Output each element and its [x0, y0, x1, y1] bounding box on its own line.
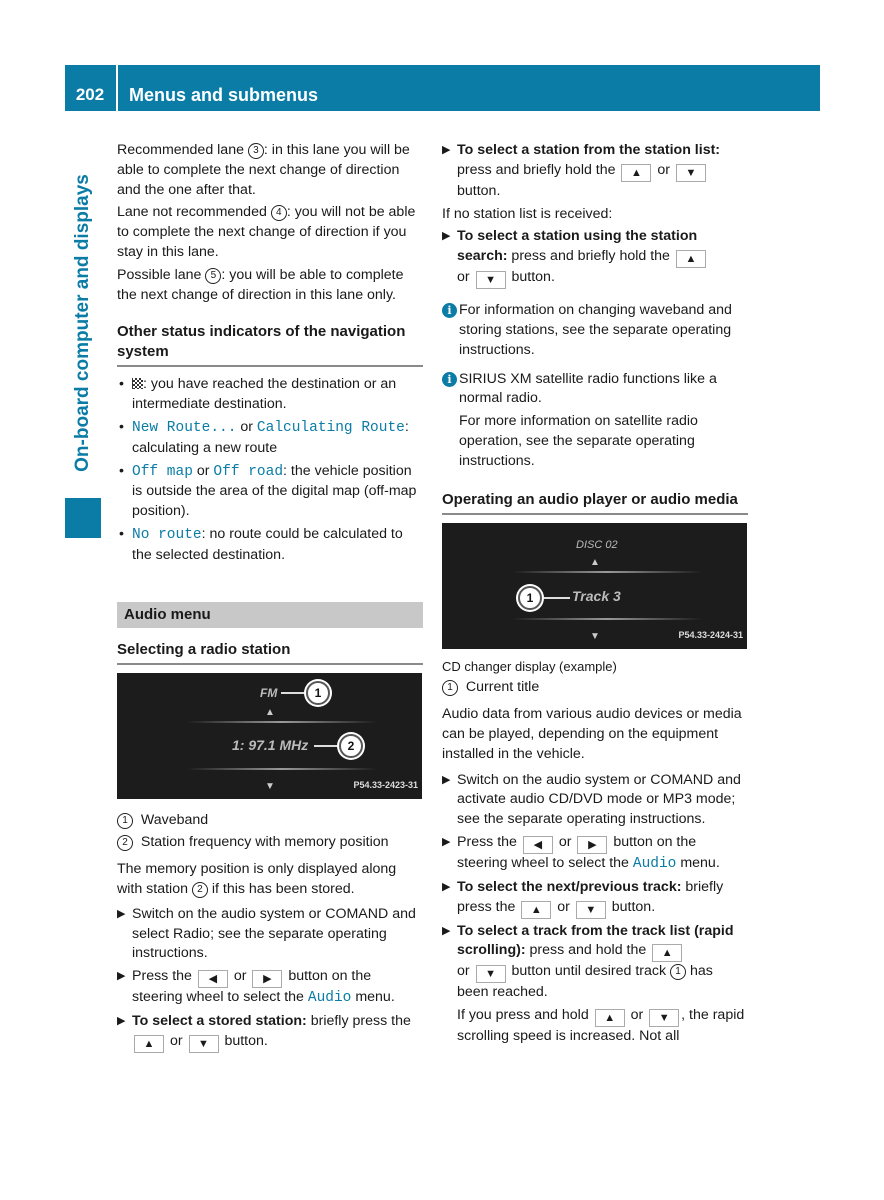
up-key-icon: ▲ — [594, 1009, 625, 1028]
callout-leader — [544, 596, 570, 599]
lane-para: Possible lane 5: you will be able to com… — [117, 266, 404, 303]
audio-menu-section-bar: Audio menu — [117, 601, 423, 628]
display-band — [512, 617, 702, 620]
image-code: P54.33-2424-31 — [678, 629, 743, 640]
frequency-text: 1: 97.1 MHz — [232, 736, 309, 753]
callout-number: 3 — [247, 143, 264, 159]
step-arrow-icon: ▶ — [442, 144, 451, 156]
down-key-icon: ▼ — [575, 900, 606, 919]
display-band — [187, 720, 377, 723]
step-station-list: ▶ To select a station from the station li… — [442, 142, 721, 199]
callout-1: 1 — [518, 585, 542, 610]
right-key-icon: ▶ — [252, 970, 283, 989]
memory-para: The memory position is only displayed al… — [117, 861, 397, 898]
down-arrow-icon: ▼ — [265, 780, 275, 792]
status-item: New Route... or Calculating Route: calcu… — [117, 418, 423, 459]
callout-1: 1 — [306, 680, 330, 705]
step-arrow-icon: ▶ — [442, 230, 451, 243]
display-band — [187, 767, 377, 770]
section-tab: On-board computer and displays — [65, 150, 101, 495]
lane-para: Recommended lane 3: in this lane you wil… — [117, 142, 410, 198]
radio-heading: Selecting a radio station — [117, 640, 423, 665]
lane-para: Lane not recommended 4: you will not be … — [117, 204, 416, 260]
up-key-icon: ▲ — [621, 163, 652, 182]
callout-number: 4 — [270, 205, 287, 222]
step-next-track: ▶ To select the next/previous track: brie… — [442, 878, 748, 919]
cd-display-image: DISC 02 ▲ 1 Track 3 ▼ P54.33-2424-31 — [442, 522, 747, 649]
down-key-icon: ▼ — [188, 1034, 219, 1053]
up-key-icon: ▲ — [675, 250, 706, 269]
page-header: 202 Menus and submenus — [65, 65, 820, 111]
step-press: ▶ Press the ◀ or ▶ button on the steering… — [442, 833, 720, 872]
radio-display-image: FM 1 ▲ 1: 97.1 MHz 2 ▼ P54.33-2423-31 — [117, 672, 422, 799]
left-column: Recommended lane 3: in this lane you wil… — [117, 141, 423, 1056]
image-code: P54.33-2423-31 — [353, 779, 418, 790]
callout-2: 2 — [339, 733, 363, 758]
info-icon: i — [442, 303, 457, 319]
audio-data-para: Audio data from various audio devices or… — [442, 706, 742, 762]
info-note: i For information on changing waveband an… — [442, 301, 748, 360]
up-key-icon: ▲ — [521, 900, 552, 919]
page-title: Menus and submenus — [129, 85, 319, 105]
step-arrow-icon: ▶ — [442, 835, 451, 848]
callout-number: 5 — [205, 267, 222, 284]
step-stored-station: ▶ To select a stored station: briefly pre… — [117, 1012, 423, 1053]
step-arrow-icon: ▶ — [117, 970, 126, 983]
left-key-icon: ◀ — [197, 970, 228, 989]
step-switch-on: ▶ Switch on the audio system or COMAND an… — [442, 771, 741, 828]
down-key-icon: ▼ — [475, 965, 506, 984]
info-text: For more information on satellite radio … — [459, 413, 698, 469]
callout-leader — [314, 744, 338, 747]
status-item: Off map or Off road: the vehicle positio… — [117, 462, 423, 522]
right-column: ▶ To select a station from the station li… — [442, 141, 748, 1050]
up-key-icon: ▲ — [652, 944, 683, 963]
track-text: Track 3 — [572, 587, 621, 604]
player-heading: Operating an audio player or audio media — [442, 490, 748, 515]
info-note: i SIRIUS XM satellite radio functions lik… — [442, 370, 748, 410]
section-label: On-board computer and displays — [72, 173, 93, 472]
down-key-icon: ▼ — [475, 271, 506, 290]
checkered-flag-icon — [132, 378, 143, 390]
section-tab-marker — [65, 498, 101, 538]
step-arrow-icon: ▶ — [117, 1014, 126, 1027]
left-key-icon: ◀ — [522, 835, 553, 854]
callout-leader — [281, 691, 305, 694]
no-list-text: If no station list is received: — [442, 205, 613, 222]
waveband-text: FM — [260, 685, 278, 700]
up-key-icon: ▲ — [134, 1034, 164, 1053]
down-key-icon: ▼ — [675, 163, 706, 182]
legend-item: 1 Current title — [442, 678, 748, 698]
rapid-scroll-para: If you press and hold ▲ or ▼, the rapid … — [457, 1007, 745, 1045]
down-key-icon: ▼ — [649, 1009, 680, 1028]
up-arrow-icon: ▲ — [590, 556, 600, 568]
down-arrow-icon: ▼ — [590, 630, 600, 642]
display-band — [512, 570, 702, 573]
page-number: 202 — [75, 85, 105, 104]
legend-item: 2 Station frequency with memory position — [117, 833, 423, 853]
info-icon: i — [442, 371, 457, 387]
step-station-search: ▶ To select a station using the station s… — [442, 227, 748, 290]
step-arrow-icon: ▶ — [117, 907, 126, 920]
step-track-list: ▶ To select a track from the track list (… — [442, 922, 734, 1001]
status-item: : you have reached the destination or an… — [117, 375, 423, 415]
image-caption: CD changer display (example) — [442, 658, 617, 674]
step-arrow-icon: ▶ — [442, 924, 451, 937]
step-arrow-icon: ▶ — [442, 773, 451, 786]
status-item: No route: no route could be calculated t… — [117, 525, 423, 566]
status-heading: Other status indicators of the navigatio… — [117, 322, 423, 368]
legend-item: 1 Waveband — [117, 811, 423, 831]
step-switch-on: ▶ Switch on the audio system or COMAND an… — [117, 905, 416, 962]
right-key-icon: ▶ — [577, 835, 608, 854]
header-divider — [116, 65, 118, 111]
up-arrow-icon: ▲ — [265, 706, 275, 718]
step-arrow-icon: ▶ — [442, 880, 451, 893]
step-press: ▶ Press the ◀ or ▶ button on the steering… — [117, 968, 395, 1007]
